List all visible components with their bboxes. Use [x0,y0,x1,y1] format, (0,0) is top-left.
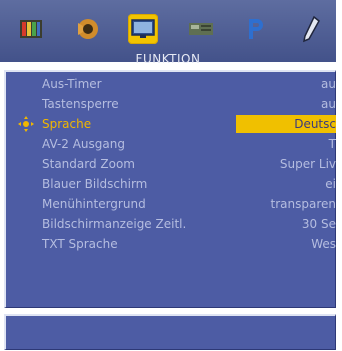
menu-item-standard-zoom[interactable]: Standard Zoom Super Liv [6,154,336,174]
menu-item-label: Sprache [42,117,92,131]
speaker-icon[interactable] [72,14,102,44]
menu-item-label: AV-2 Ausgang [42,137,125,151]
letter-p-icon[interactable] [240,14,270,44]
menu-item-label: Bildschirmanzeige Zeitl. [42,217,187,231]
menu-item-label: Aus-Timer [42,77,102,91]
menu-item-av2-ausgang[interactable]: AV-2 Ausgang T [6,134,336,154]
menu-item-value: transparen [270,197,336,211]
menu-item-label: Tastensperre [42,97,119,111]
menu-item-sprache[interactable]: Sprache Deutsc [6,114,336,134]
menu-tab-bar: FUNKTION [0,0,336,66]
menu-title: FUNKTION [135,52,201,66]
menu-item-value: Wes [311,237,336,251]
menu-item-bildschirmanzeige-zeit[interactable]: Bildschirmanzeige Zeitl. 30 Se [6,214,336,234]
menu-item-label: Menühintergrund [42,197,146,211]
stylus-icon[interactable] [296,14,326,44]
menu-item-blauer-bildschirm[interactable]: Blauer Bildschirm ei [6,174,336,194]
menu-item-value: au [321,77,336,91]
menu-item-value: Deutsc [294,117,336,131]
menu-item-aus-timer[interactable]: Aus-Timer au [6,74,336,94]
osd-menu: FUNKTION Aus-Timer au Tastensperre au Sp… [0,0,342,351]
menu-item-value: Super Liv [279,157,336,171]
settings-list: Aus-Timer au Tastensperre au Sprache Deu… [4,70,336,308]
menu-item-value: T [328,137,336,151]
tv-picture-icon[interactable] [16,14,46,44]
info-footer-panel [4,314,336,350]
menu-item-tastensperre[interactable]: Tastensperre au [6,94,336,114]
menu-item-menuehintergrund[interactable]: Menühintergrund transparen [6,194,336,214]
device-icon[interactable] [186,14,216,44]
menu-item-label: Blauer Bildschirm [42,177,148,191]
menu-item-value: 30 Se [301,217,336,231]
menu-item-label: TXT Sprache [42,237,118,251]
menu-item-value: au [321,97,336,111]
monitor-icon[interactable] [128,14,158,44]
menu-item-txt-sprache[interactable]: TXT Sprache Wes [6,234,336,254]
navigation-arrows-icon [18,116,34,132]
menu-item-value: ei [325,177,336,191]
menu-item-label: Standard Zoom [42,157,135,171]
